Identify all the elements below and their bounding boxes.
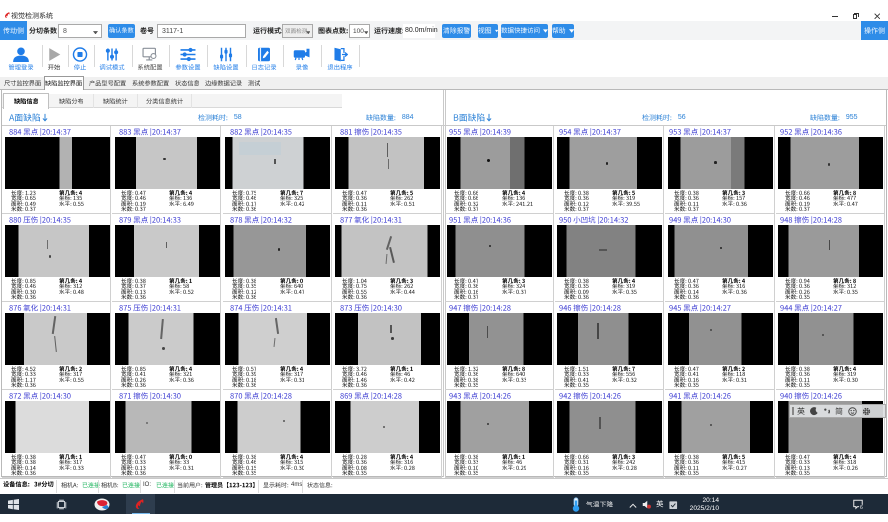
svg-text:6: 6 bbox=[860, 505, 863, 510]
